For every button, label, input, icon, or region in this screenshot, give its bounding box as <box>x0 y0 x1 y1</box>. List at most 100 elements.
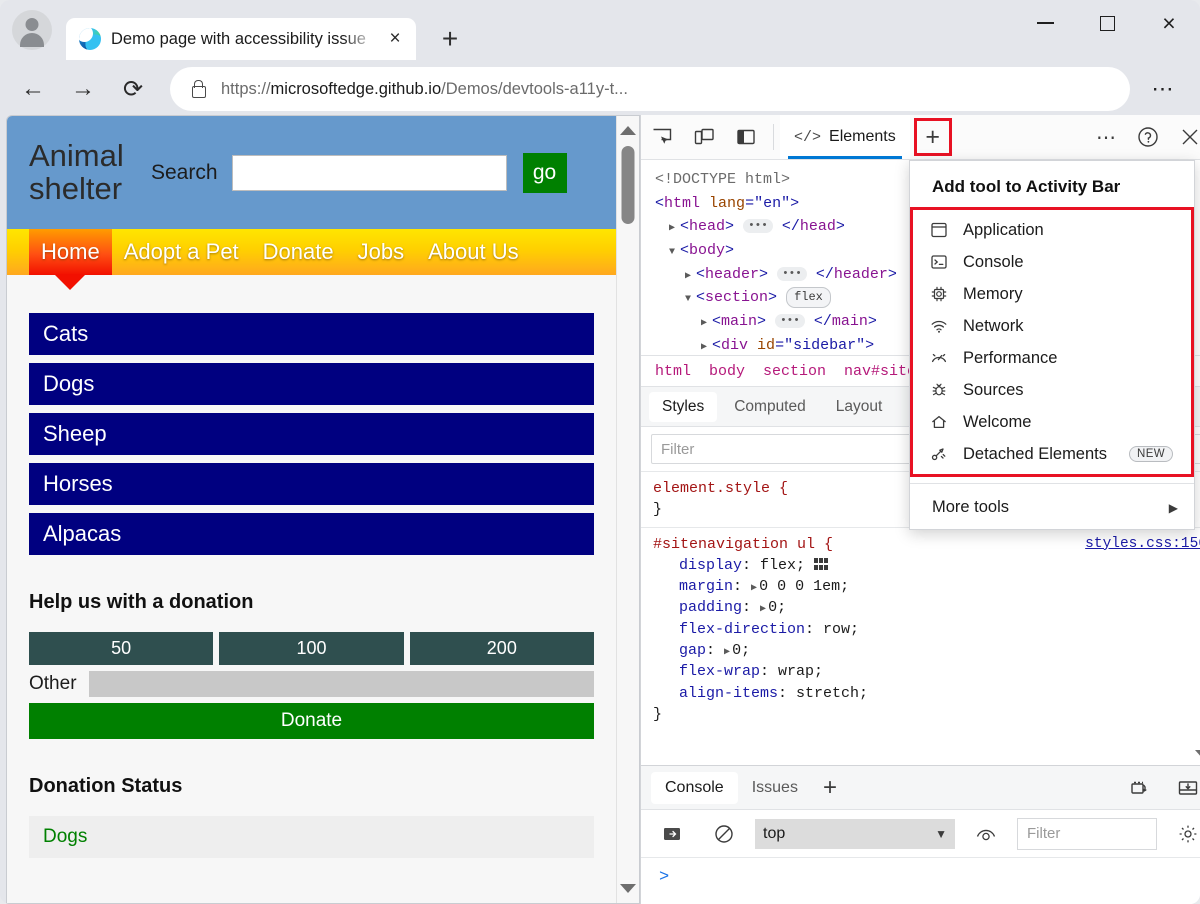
nav-item-donate[interactable]: Donate <box>251 229 346 275</box>
menu-item-application[interactable]: Application <box>913 214 1191 246</box>
flex-editor-icon[interactable] <box>814 557 830 571</box>
menu-item-label: Network <box>963 316 1024 335</box>
drawer-add-tool-button[interactable]: + <box>812 770 848 806</box>
menu-item-detached-elements[interactable]: Detached Elements NEW <box>913 438 1191 470</box>
scroll-down-icon[interactable] <box>620 884 636 893</box>
menu-item-network[interactable]: Network <box>913 310 1191 342</box>
menu-item-welcome[interactable]: Welcome <box>913 406 1191 438</box>
expand-shorthand-icon[interactable]: ▶ <box>724 646 730 660</box>
scroll-up-icon[interactable] <box>620 126 636 135</box>
inspect-element-icon[interactable] <box>641 116 683 158</box>
window-controls: × <box>1014 0 1200 46</box>
url-scheme: https:// <box>221 79 271 98</box>
nav-item-home[interactable]: Home <box>29 229 112 275</box>
donation-heading: Help us with a donation <box>29 591 254 613</box>
search-go-button[interactable]: go <box>522 152 567 193</box>
devtools-more-button[interactable]: ⋯ <box>1085 116 1127 158</box>
scrollbar-thumb[interactable] <box>621 146 635 224</box>
tab-computed[interactable]: Computed <box>721 392 819 422</box>
expand-shorthand-icon[interactable]: ▶ <box>751 582 757 596</box>
expand-shorthand-icon[interactable]: ▶ <box>760 603 766 617</box>
menu-item-sources[interactable]: Sources <box>913 374 1191 406</box>
help-icon[interactable] <box>1127 116 1169 158</box>
dock-bottom-icon[interactable] <box>1167 767 1200 809</box>
maximize-button[interactable] <box>1076 0 1138 46</box>
donate-button[interactable]: Donate <box>29 703 594 739</box>
flex-badge[interactable]: flex <box>786 286 831 308</box>
rendered-page: Animal shelter Search go Home Adopt a Pe… <box>7 116 616 903</box>
add-tool-button[interactable]: + <box>913 118 952 156</box>
list-item[interactable]: Dogs <box>29 363 594 405</box>
menu-item-more-tools[interactable]: More tools ▶ <box>910 490 1194 525</box>
url-input[interactable]: https://microsoftedge.github.io/Demos/de… <box>170 67 1130 111</box>
other-amount-input[interactable] <box>88 671 594 697</box>
tab-issues[interactable]: Issues <box>738 772 812 804</box>
breadcrumb-item-body[interactable]: body <box>709 363 745 380</box>
console-input[interactable]: > <box>641 858 1200 904</box>
amount-button-200[interactable]: 200 <box>409 632 594 665</box>
profile-avatar-icon[interactable] <box>12 10 52 50</box>
menu-item-memory[interactable]: Memory <box>913 278 1191 310</box>
css-declaration[interactable]: flex-direction: row; <box>653 619 1200 640</box>
browser-settings-button[interactable]: ⋯ <box>1140 69 1186 109</box>
breadcrumb-item-section[interactable]: section <box>763 363 826 380</box>
css-declaration[interactable]: padding: ▶ 0; <box>653 597 1200 618</box>
reload-button[interactable]: ⟳ <box>110 69 156 109</box>
breadcrumb-item-html[interactable]: html <box>655 363 691 380</box>
gear-icon[interactable] <box>1167 813 1200 855</box>
page-scrollbar[interactable] <box>616 116 639 903</box>
clear-console-icon[interactable] <box>703 813 745 855</box>
amount-button-100[interactable]: 100 <box>219 632 404 665</box>
back-button[interactable]: ← <box>10 69 56 109</box>
close-tab-icon[interactable]: × <box>380 24 410 54</box>
tab-layout[interactable]: Layout <box>823 392 896 422</box>
live-expression-icon[interactable] <box>965 813 1007 855</box>
console-context-select[interactable]: top ▼ <box>755 818 955 849</box>
restore-drawer-icon[interactable] <box>1119 767 1161 809</box>
breadcrumb-item-nav[interactable]: nav#site <box>844 363 916 380</box>
list-item[interactable]: Alpacas <box>29 513 594 555</box>
tab-styles[interactable]: Styles <box>649 391 718 422</box>
css-declaration[interactable]: flex-wrap: wrap; <box>653 661 1200 682</box>
css-declaration[interactable]: margin: ▶ 0 0 0 1em; <box>653 576 1200 597</box>
amount-button-50[interactable]: 50 <box>29 632 214 665</box>
menu-item-label: Detached Elements <box>963 444 1107 463</box>
other-amount-label: Other <box>29 673 77 694</box>
status-row: Dogs <box>29 816 594 858</box>
device-emulation-icon[interactable] <box>683 116 725 158</box>
dock-layout-icon[interactable] <box>725 116 767 158</box>
css-source-link[interactable]: styles.css:156 <box>1085 534 1200 555</box>
menu-item-console[interactable]: Console <box>913 246 1191 278</box>
network-icon <box>929 316 949 336</box>
css-declaration[interactable]: gap: ▶ 0; <box>653 640 1200 661</box>
new-tab-button[interactable]: + <box>430 19 470 59</box>
list-item[interactable]: Cats <box>29 313 594 355</box>
page-main-content: Cats Dogs Sheep Horses Alpacas Help us w… <box>7 275 616 858</box>
minimize-button[interactable] <box>1014 0 1076 46</box>
address-bar: ← → ⟳ https://microsoftedge.github.io/De… <box>0 60 1200 118</box>
list-item[interactable]: Sheep <box>29 413 594 455</box>
list-item[interactable]: Horses <box>29 463 594 505</box>
console-sidebar-icon[interactable] <box>651 813 693 855</box>
nav-item-about[interactable]: About Us <box>416 229 531 275</box>
css-scroll-down-icon[interactable] <box>1195 750 1200 759</box>
nav-item-adopt[interactable]: Adopt a Pet <box>112 229 251 275</box>
tab-elements[interactable]: </> Elements <box>780 115 910 159</box>
console-filter-input[interactable]: Filter <box>1017 817 1157 850</box>
close-window-button[interactable]: × <box>1138 0 1200 46</box>
content-area: Animal shelter Search go Home Adopt a Pe… <box>6 115 1200 904</box>
browser-tab[interactable]: Demo page with accessibility issue × <box>66 18 416 60</box>
nav-item-jobs[interactable]: Jobs <box>346 229 416 275</box>
css-declaration[interactable]: align-items: stretch; <box>653 683 1200 704</box>
browser-window: Demo page with accessibility issue × + ×… <box>0 0 1200 904</box>
forward-button[interactable]: → <box>60 69 106 109</box>
devtools-panel: </> Elements + ⋯ <!DOCTYPE html> <html l… <box>640 115 1200 904</box>
site-search-input[interactable] <box>231 154 507 191</box>
menu-item-performance[interactable]: Performance <box>913 342 1191 374</box>
tab-console[interactable]: Console <box>651 771 738 804</box>
performance-icon <box>929 348 949 368</box>
css-rule-sitenavigation[interactable]: styles.css:156 #sitenavigation ul { disp… <box>641 526 1200 732</box>
close-devtools-icon[interactable] <box>1169 116 1200 158</box>
css-declaration[interactable]: display: flex; <box>653 555 1200 576</box>
welcome-icon <box>929 412 949 432</box>
